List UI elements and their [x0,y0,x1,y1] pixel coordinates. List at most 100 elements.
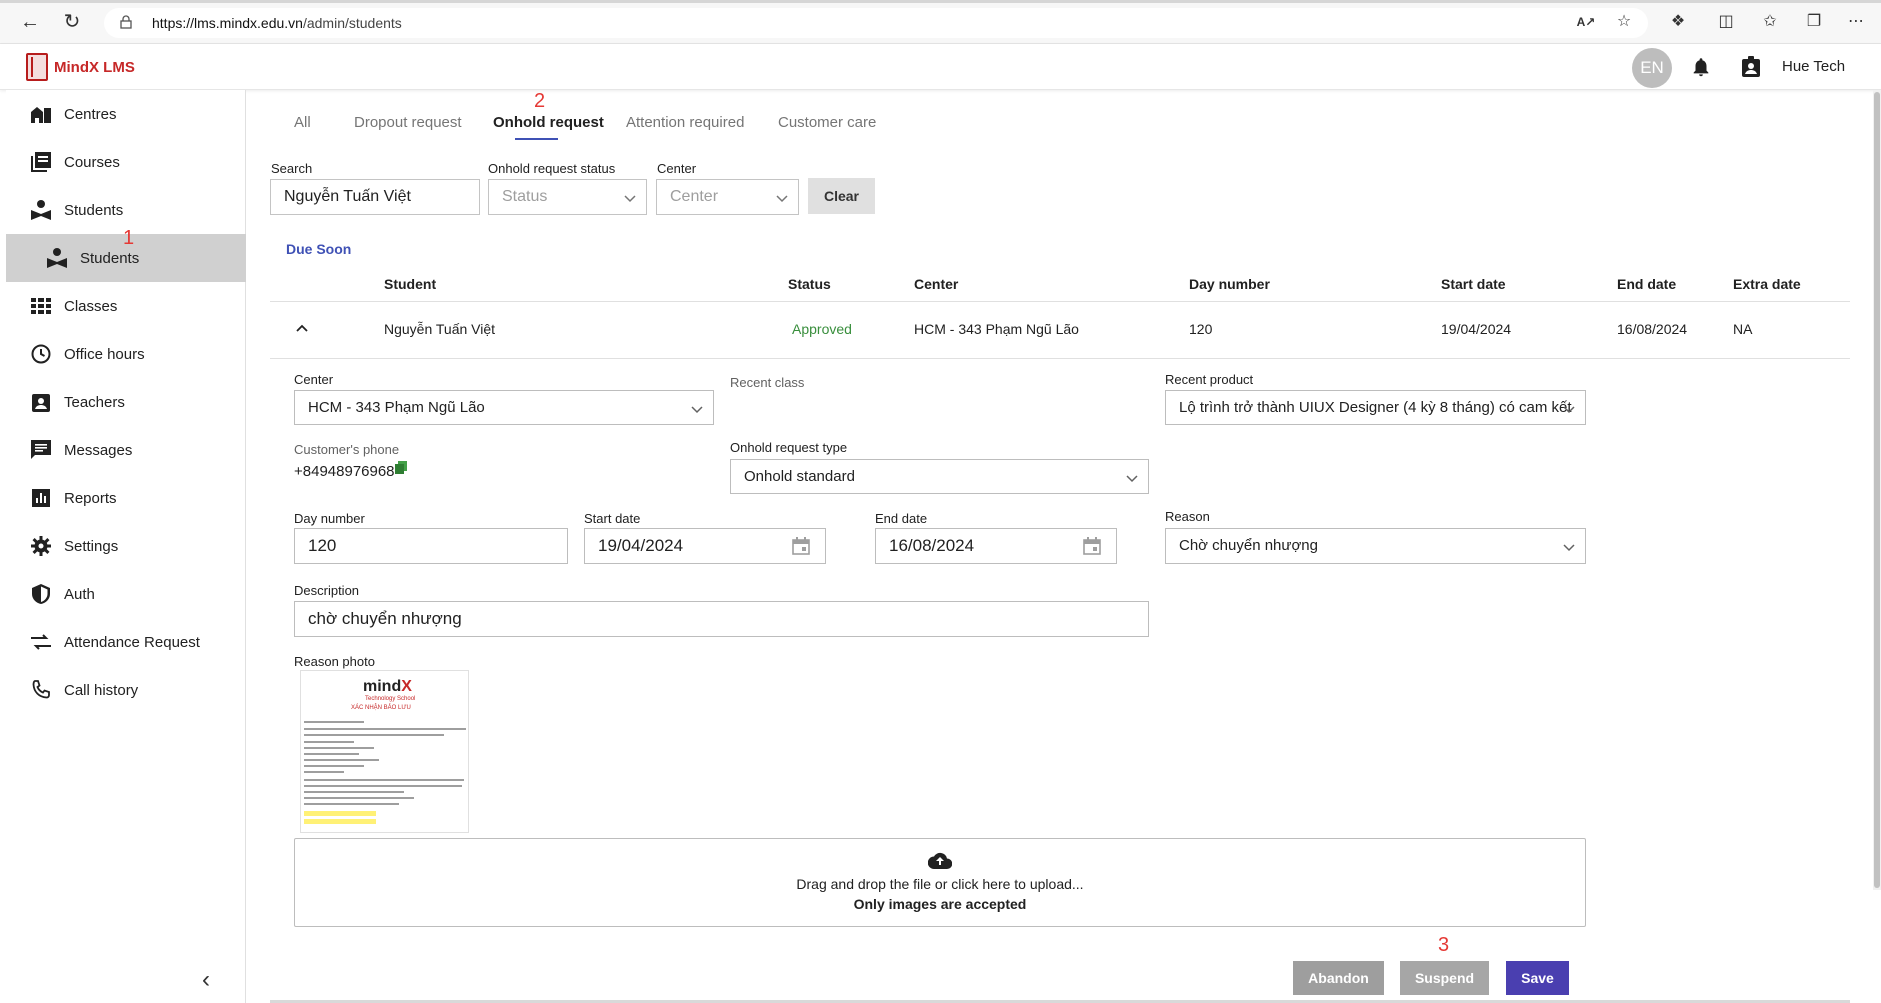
bell-icon[interactable] [1690,56,1712,78]
calendar-icon[interactable] [791,536,811,556]
chevron-down-icon [1563,544,1575,552]
start-date-input[interactable]: 19/04/2024 [584,528,826,564]
sidebar-item-label: Teachers [64,393,125,411]
reason-photo-thumbnail[interactable]: mindX Technology School XÁC NHẬN BẢO LƯU [300,670,469,833]
favorite-star-icon[interactable]: ☆ [1614,12,1634,32]
sidebar-item-classes[interactable]: Classes [6,282,246,330]
photo-text-line [304,721,364,723]
photo-highlight [304,811,376,816]
sidebar-item-label: Settings [64,537,119,555]
upload-dropzone[interactable]: Drag and drop the file or click here to … [294,838,1586,927]
url-text: https://lms.mindx.edu.vn/admin/students [152,15,402,31]
recent-product-select[interactable]: Lộ trình trở thành UIUX Designer (4 kỳ 8… [1165,390,1586,425]
column-header-extra-date: Extra date [1733,276,1801,292]
reason-select[interactable]: Chờ chuyển nhượng [1165,528,1586,564]
abandon-button[interactable]: Abandon [1293,961,1384,995]
section-due-soon: Due Soon [286,241,352,257]
address-bar[interactable]: https://lms.mindx.edu.vn/admin/students [104,8,1648,38]
suspend-button[interactable]: Suspend [1400,961,1489,995]
gear-icon [30,535,52,557]
cell-end-date: 16/08/2024 [1617,321,1688,337]
day-number-input[interactable]: 120 [294,528,568,564]
photo-text-line [304,803,399,805]
centres-icon [30,103,52,125]
status-placeholder: Status [502,188,548,205]
tab-all[interactable]: All [294,114,311,131]
user-badge-icon[interactable] [1741,56,1761,78]
tab-indicator [515,138,558,140]
language-switch[interactable]: EN [1632,48,1672,88]
description-label: Description [294,583,360,598]
clear-button[interactable]: Clear [808,178,875,214]
annotation-2: 2 [534,90,546,112]
sidebar-item-auth[interactable]: Auth [6,570,246,618]
teachers-icon [30,391,52,413]
customer-phone-label: Customer's phone [294,442,400,457]
start-date-label: Start date [584,511,641,526]
center-select-detail[interactable]: HCM - 343 Phạm Ngũ Lão [294,390,714,425]
onhold-type-select[interactable]: Onhold standard [730,459,1149,494]
app-header: MindX LMS EN Hue Tech [0,44,1881,90]
sidebar-item-messages[interactable]: Messages [6,426,246,474]
collections-icon[interactable]: ❐ [1804,12,1824,32]
split-screen-icon[interactable]: ◫ [1716,12,1736,32]
tab-dropout-request[interactable]: Dropout request [354,114,462,131]
start-date-value: 19/04/2024 [598,536,684,555]
extensions-icon[interactable]: ❖ [1668,12,1688,32]
photo-text-line [304,771,344,773]
tab-customer-care[interactable]: Customer care [778,114,876,131]
sidebar-item-attendance-request[interactable]: Attendance Request [6,618,246,666]
favorites-icon[interactable]: ✩ [1760,12,1780,32]
column-header-student: Student [384,276,437,292]
onhold-type-label: Onhold request type [730,440,848,455]
copy-icon[interactable] [395,461,407,474]
center-filter-label: Center [657,161,697,176]
column-header-center: Center [914,276,959,292]
sidebar-item-teachers[interactable]: Teachers [6,378,246,426]
scrollbar-thumb[interactable] [1874,92,1880,888]
courses-icon [30,151,52,173]
center-select[interactable]: Center [656,179,799,215]
sidebar-item-centres[interactable]: Centres [6,90,246,138]
tab-attention-required[interactable]: Attention required [626,114,744,131]
back-icon[interactable]: ← [18,10,42,34]
cell-extra-date: NA [1733,321,1753,337]
clock-icon [30,343,52,365]
chevron-up-icon[interactable] [294,320,310,336]
search-input[interactable]: Nguyễn Tuấn Việt [270,179,480,215]
cell-day-number: 120 [1189,321,1213,337]
photo-text-line [304,765,364,767]
reload-icon[interactable]: ↻ [60,10,84,34]
classes-icon [30,295,52,317]
sidebar-item-call-history[interactable]: Call history [6,666,246,714]
browser-tab-strip [0,0,1881,3]
save-button[interactable]: Save [1506,961,1569,995]
user-name[interactable]: Hue Tech [1782,58,1845,75]
status-badge: Approved [792,321,852,337]
collapse-sidebar-icon[interactable]: ‹ [202,968,222,992]
end-date-value: 16/08/2024 [889,536,975,555]
status-select[interactable]: Status [488,179,647,215]
end-date-input[interactable]: 16/08/2024 [875,528,1117,564]
sidebar-item-label: Office hours [64,345,145,363]
calendar-icon[interactable] [1082,536,1102,556]
students-icon [46,247,68,269]
sidebar-item-office-hours[interactable]: Office hours [6,330,246,378]
column-header-day-number: Day number [1189,276,1270,292]
more-icon[interactable]: ⋯ [1846,12,1866,32]
description-input[interactable]: chờ chuyển nhượng [294,601,1149,637]
cloud-upload-icon [928,852,952,869]
sidebar-item-reports[interactable]: Reports [6,474,246,522]
tab-onhold-request[interactable]: Onhold request [493,114,604,131]
sidebar-item-label: Students [80,249,140,267]
chevron-down-icon [1126,475,1138,483]
customer-phone-value: +84948976968 [294,463,395,480]
sidebar-item-settings[interactable]: Settings [6,522,246,570]
description-value: chờ chuyển nhượng [308,609,462,628]
logo[interactable]: MindX LMS [26,52,135,82]
divider [270,301,1850,302]
read-aloud-icon[interactable]: A↗ [1576,12,1596,32]
photo-highlight [304,819,376,824]
shield-icon [30,583,52,605]
sidebar-item-courses[interactable]: Courses [6,138,246,186]
